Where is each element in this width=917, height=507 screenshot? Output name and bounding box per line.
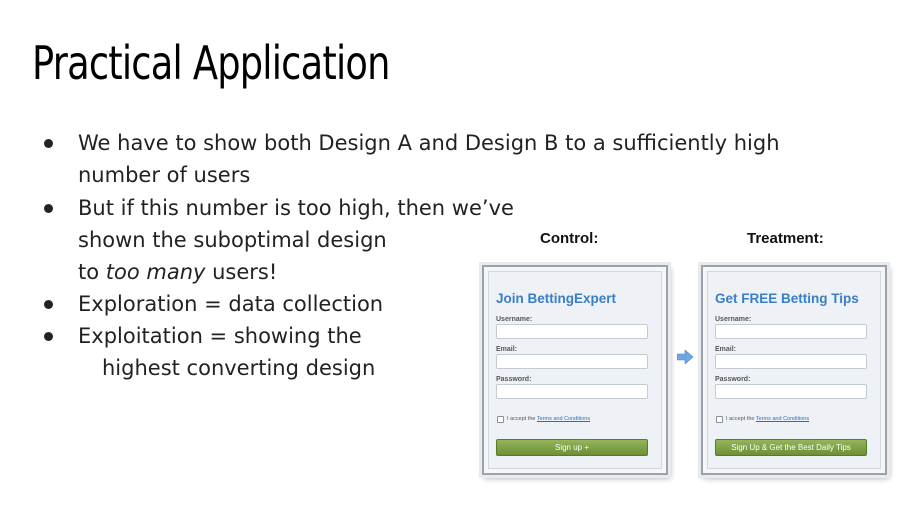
signup-button[interactable]: Sign Up & Get the Best Daily Tips [715, 439, 867, 456]
right-arrow-icon [677, 350, 693, 364]
bullet-item: We have to show both Design A and Design… [44, 127, 780, 159]
username-label: Username: [715, 316, 752, 323]
password-input[interactable] [715, 384, 867, 399]
bullet-text: number of users [78, 163, 251, 187]
form-heading: Join BettingExpert [496, 291, 617, 306]
treatment-signup-form: Get FREE Betting Tips Username: Email: P… [701, 265, 887, 475]
email-label: Email: [715, 346, 737, 353]
terms-checkbox[interactable] [716, 416, 723, 423]
slide: Practical Application We have to show bo… [0, 0, 917, 507]
bullet-continuation: number of users [78, 159, 250, 191]
username-input[interactable] [715, 324, 867, 339]
bullet-dot [44, 139, 53, 148]
bullet-dot [44, 300, 53, 309]
bullet-emphasis: too many [105, 260, 206, 284]
control-signup-form: Join BettingExpert Username: Email: Pass… [482, 265, 668, 475]
username-label: Username: [496, 316, 533, 323]
username-input[interactable] [496, 324, 648, 339]
email-input[interactable] [496, 354, 648, 369]
terms-text: I accept the Terms and Conditions [726, 416, 809, 422]
bullet-dot [44, 332, 53, 341]
terms-checkbox[interactable] [497, 416, 504, 423]
bullet-text: But if this number is too high, then we’… [78, 196, 514, 220]
bullet-text: We have to show both Design A and Design… [78, 131, 780, 155]
form-heading: Get FREE Betting Tips [715, 291, 859, 306]
terms-link[interactable]: Terms and Conditions [756, 416, 809, 422]
bullet-continuation: highest converting design [102, 352, 375, 384]
terms-text: I accept the Terms and Conditions [507, 416, 590, 422]
control-label: Control: [540, 230, 599, 247]
bullet-text: Exploration = data collection [78, 292, 384, 316]
bullet-continuation: to too many users! [78, 256, 277, 288]
password-label: Password: [715, 376, 751, 383]
bullet-text: shown the suboptimal design [78, 228, 387, 252]
bullet-item: Exploitation = showing the [44, 320, 362, 352]
password-input[interactable] [496, 384, 648, 399]
signup-button[interactable]: Sign up + [496, 439, 648, 456]
email-input[interactable] [715, 354, 867, 369]
treatment-label: Treatment: [747, 230, 824, 247]
bullet-item: But if this number is too high, then we’… [44, 192, 514, 224]
bullet-text: users! [205, 260, 278, 284]
email-label: Email: [496, 346, 518, 353]
bullet-item: Exploration = data collection [44, 288, 384, 320]
bullet-text: to [78, 260, 106, 284]
password-label: Password: [496, 376, 532, 383]
bullet-continuation: shown the suboptimal design [78, 224, 387, 256]
bullet-text: highest converting design [102, 356, 376, 380]
terms-link[interactable]: Terms and Conditions [537, 416, 590, 422]
bullet-dot [44, 204, 53, 213]
accept-text: I accept the [507, 416, 537, 422]
accept-text: I accept the [726, 416, 756, 422]
bullet-text: Exploitation = showing the [78, 324, 362, 348]
